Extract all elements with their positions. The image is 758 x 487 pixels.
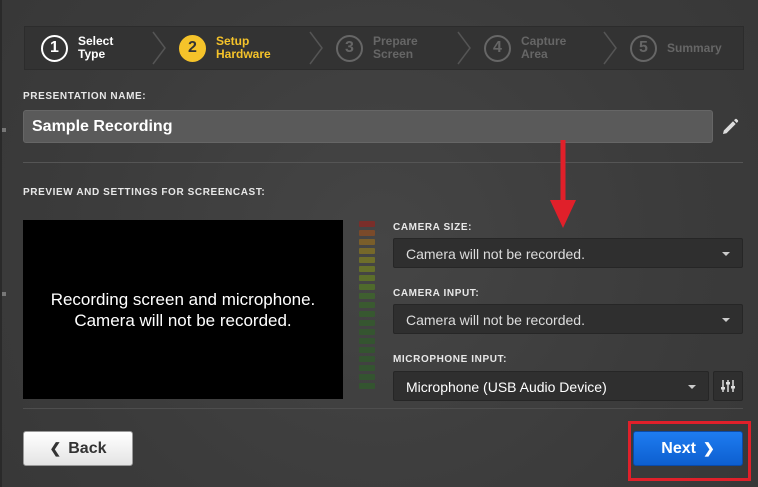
preview-message-line1: Recording screen and microphone. [50, 289, 316, 309]
meter-segment [359, 320, 375, 326]
meter-segment [359, 329, 375, 335]
preview-settings-label: PREVIEW AND SETTINGS FOR SCREENCAST: [23, 187, 266, 198]
step-capture-area: 4 Capture Area [468, 26, 617, 70]
edge-marker [2, 128, 6, 132]
microphone-input-value: Microphone (USB Audio Device) [406, 379, 607, 395]
preview-pane: Recording screen and microphone. Camera … [23, 220, 343, 399]
step-setup-hardware: 2 Setup Hardware [163, 26, 323, 70]
meter-segment [359, 311, 375, 317]
meter-segment [359, 248, 375, 254]
step-number: 1 [41, 34, 68, 62]
divider [23, 408, 743, 409]
back-button[interactable]: ❮ Back [23, 431, 133, 466]
dropdown-caret-icon [722, 252, 730, 256]
audio-settings-button[interactable] [713, 371, 743, 401]
dropdown-caret-icon [722, 318, 730, 322]
preview-message-line2: Camera will not be recorded. [74, 310, 292, 330]
annotation-arrow-icon [550, 140, 576, 228]
sliders-icon [721, 380, 735, 392]
chevron-left-icon: ❮ [49, 440, 62, 456]
step-number: 3 [336, 34, 363, 62]
wizard-window: 1 Select Type 2 Setup Hardware 3 Prepare… [0, 0, 758, 487]
meter-segment [359, 275, 375, 281]
meter-segment [359, 365, 375, 371]
step-label: Select Type [78, 34, 114, 61]
step-number: 4 [484, 34, 511, 62]
camera-input-label: CAMERA INPUT: [393, 288, 480, 299]
camera-input-select[interactable]: Camera will not be recorded. [393, 304, 743, 334]
camera-size-select[interactable]: Camera will not be recorded. [393, 238, 743, 268]
step-number: 5 [630, 34, 657, 62]
chevron-right-icon: ❯ [702, 440, 715, 456]
camera-size-label: CAMERA SIZE: [393, 222, 473, 233]
pencil-icon[interactable] [720, 117, 740, 137]
back-button-label: Back [68, 439, 107, 457]
step-select-type: 1 Select Type [25, 26, 166, 70]
meter-segment [359, 383, 375, 389]
meter-segment [359, 302, 375, 308]
edge-marker [2, 292, 6, 296]
microphone-input-select[interactable]: Microphone (USB Audio Device) [393, 371, 709, 401]
step-prepare-screen: 3 Prepare Screen [320, 26, 471, 70]
meter-segment [359, 284, 375, 290]
microphone-input-label: MICROPHONE INPUT: [393, 354, 508, 365]
meter-segment [359, 356, 375, 362]
camera-size-value: Camera will not be recorded. [406, 246, 585, 262]
camera-input-value: Camera will not be recorded. [406, 312, 585, 328]
wizard-steps: 1 Select Type 2 Setup Hardware 3 Prepare… [24, 26, 744, 70]
meter-segment [359, 347, 375, 353]
step-label: Summary [667, 40, 722, 55]
divider [23, 162, 743, 163]
meter-segment [359, 239, 375, 245]
next-button[interactable]: Next ❯ [633, 431, 743, 466]
step-number: 2 [179, 34, 206, 62]
meter-segment [359, 266, 375, 272]
next-button-label: Next [661, 439, 696, 457]
step-label: Capture Area [521, 34, 567, 61]
audio-level-meter [359, 221, 375, 392]
step-label: Setup Hardware [216, 34, 271, 61]
step-summary: 5 Summary [614, 26, 734, 70]
presentation-name-label: PRESENTATION NAME: [23, 91, 147, 102]
presentation-name-input[interactable]: Sample Recording [23, 110, 713, 143]
dropdown-caret-icon [688, 385, 696, 389]
meter-segment [359, 293, 375, 299]
meter-segment [359, 221, 375, 227]
step-label: Prepare Screen [373, 34, 418, 61]
meter-segment [359, 374, 375, 380]
meter-segment [359, 338, 375, 344]
meter-segment [359, 257, 375, 263]
meter-segment [359, 230, 375, 236]
